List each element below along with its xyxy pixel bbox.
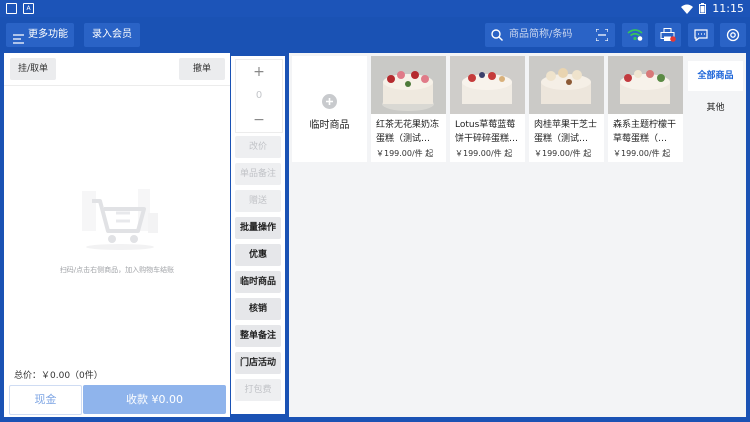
product-card[interactable]: Lotus草莓蓝莓饼干碎碎蛋糕… ￥199.00/件 起	[450, 56, 525, 162]
order-note-button[interactable]: 整单备注	[235, 325, 281, 347]
discount-button[interactable]: 优惠	[235, 244, 281, 266]
printer-button[interactable]	[655, 23, 681, 47]
more-functions-button[interactable]: 更多功能	[6, 23, 74, 47]
product-image	[608, 56, 683, 114]
item-note-button[interactable]: 单品备注	[235, 163, 281, 185]
more-functions-label: 更多功能	[28, 29, 68, 40]
search-box[interactable]: 商品简称/条码	[485, 23, 615, 47]
menu-list-icon	[13, 30, 24, 44]
product-price: ￥199.00/件 起	[534, 149, 592, 158]
clock: 11:15	[712, 2, 744, 15]
category-other[interactable]: 其他	[688, 93, 743, 123]
gift-button[interactable]: 赠送	[235, 190, 281, 212]
settings-button[interactable]	[720, 23, 746, 47]
total-value: ￥0.00（0件）	[41, 371, 103, 381]
message-button[interactable]	[688, 23, 714, 47]
search-input[interactable]: 商品简称/条码	[509, 23, 572, 47]
decrease-quantity-button[interactable]: −	[236, 108, 282, 132]
temp-product-label: 临时商品	[309, 120, 350, 131]
packaging-fee-button[interactable]: 打包费	[235, 379, 281, 401]
notification-icon	[6, 3, 17, 14]
top-bar: 更多功能 录入会员 商品简称/条码	[0, 17, 750, 52]
cart-panel: 挂/取单 撤单 扫码/点击右侧商品，加入购物车结账 总价：￥0.00（0件） 现…	[4, 53, 230, 417]
product-price: ￥199.00/件 起	[455, 149, 513, 158]
product-image	[450, 56, 525, 114]
scan-icon[interactable]	[596, 29, 608, 41]
temp-product-card[interactable]: 临时商品	[292, 56, 367, 162]
quantity-stepper: + 0 −	[235, 59, 283, 133]
product-card[interactable]: 森系主题柠檬干草莓蛋糕（… ￥199.00/件 起	[608, 56, 683, 162]
product-card[interactable]: 红茶无花果奶冻蛋糕（测试… ￥199.00/件 起	[371, 56, 446, 162]
network-status-button[interactable]	[622, 23, 648, 47]
wifi-status-icon	[627, 29, 643, 41]
product-price: ￥199.00/件 起	[613, 149, 671, 158]
product-name: Lotus草莓蓝莓饼干碎碎蛋糕…	[455, 120, 519, 144]
printer-icon	[660, 28, 676, 42]
app-a-icon: A	[23, 3, 34, 14]
settings-icon	[726, 28, 740, 42]
add-circle-icon	[322, 94, 337, 109]
empty-cart-illustration	[74, 183, 164, 253]
battery-icon	[699, 3, 707, 14]
product-image	[529, 56, 604, 114]
product-price: ￥199.00/件 起	[376, 149, 434, 158]
verify-button[interactable]: 核销	[235, 298, 281, 320]
product-name: 红茶无花果奶冻蛋糕（测试…	[376, 120, 440, 144]
add-member-button[interactable]: 录入会员	[84, 23, 140, 47]
cancel-order-button[interactable]: 撤单	[179, 58, 225, 80]
hold-order-button[interactable]: 挂/取单	[10, 58, 56, 80]
product-image	[371, 56, 446, 114]
action-column: + 0 − 改价 单品备注 赠送 批量操作 优惠 临时商品 核销 整单备注 门店…	[231, 56, 285, 414]
product-name: 森系主题柠檬干草莓蛋糕（…	[613, 120, 677, 144]
total-row: 总价：￥0.00（0件）	[14, 368, 103, 381]
product-panel: 临时商品 红茶无花果奶冻蛋糕（测试… ￥199.00/件 起 Lotus草莓蓝莓…	[289, 53, 746, 417]
status-bar: A 11:15	[0, 0, 750, 17]
empty-cart-hint: 扫码/点击右侧商品，加入购物车结账	[59, 266, 175, 274]
total-label: 总价：	[14, 371, 42, 381]
shopping-cart-icon	[82, 189, 158, 250]
store-promotion-button[interactable]: 门店活动	[235, 352, 281, 374]
batch-operation-button[interactable]: 批量操作	[235, 217, 281, 239]
category-all[interactable]: 全部商品	[688, 61, 743, 91]
cash-button[interactable]: 现金	[9, 385, 82, 415]
cart-divider	[4, 85, 230, 86]
product-name: 肉桂苹果干芝士蛋糕（测试…	[534, 120, 598, 144]
product-card[interactable]: 肉桂苹果干芝士蛋糕（测试… ￥199.00/件 起	[529, 56, 604, 162]
temp-item-button[interactable]: 临时商品	[235, 271, 281, 293]
checkout-button[interactable]: 收款 ¥0.00	[83, 385, 226, 414]
wifi-icon	[681, 4, 694, 14]
quantity-value: 0	[255, 90, 263, 101]
search-icon	[491, 29, 503, 41]
change-price-button[interactable]: 改价	[235, 136, 281, 158]
increase-quantity-button[interactable]: +	[236, 60, 282, 84]
message-icon	[694, 29, 708, 41]
